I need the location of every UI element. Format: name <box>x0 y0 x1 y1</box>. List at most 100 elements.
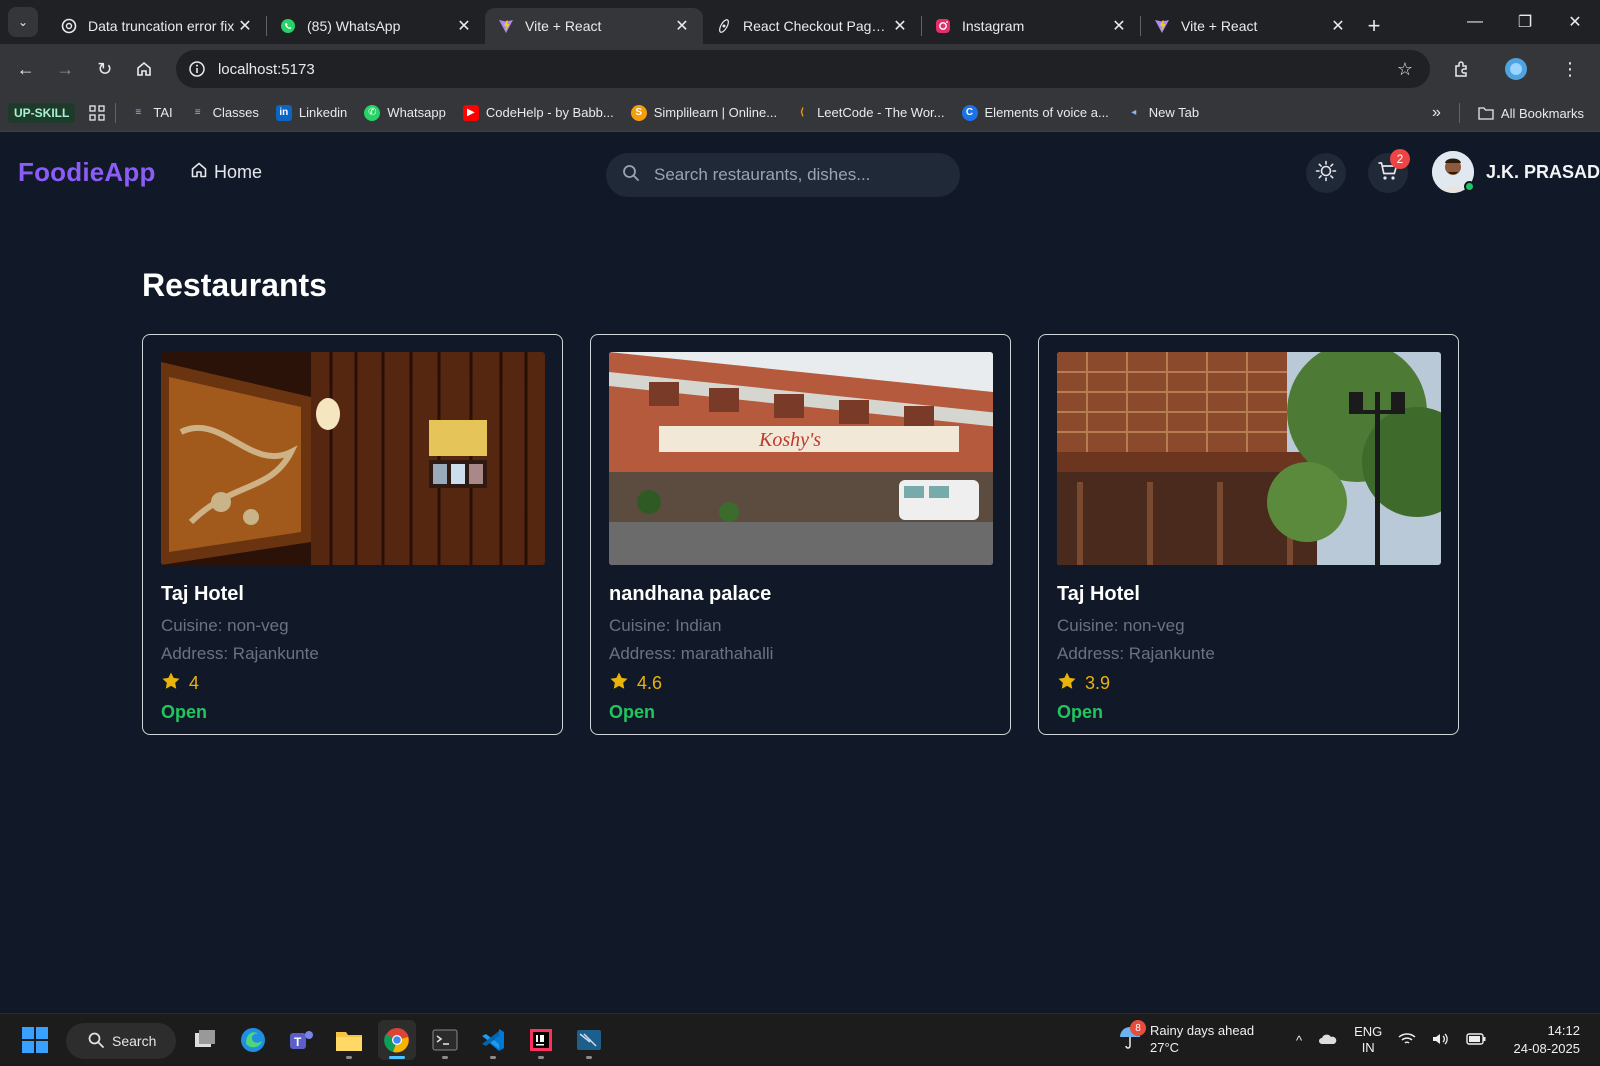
language-indicator[interactable]: ENG IN <box>1354 1024 1382 1056</box>
cart-count-badge: 2 <box>1390 149 1410 169</box>
forward-icon[interactable]: → <box>47 51 82 87</box>
cart-button[interactable]: 2 <box>1368 149 1410 193</box>
all-bookmarks-button[interactable]: All Bookmarks <box>1478 105 1584 121</box>
app-logo[interactable]: FoodieApp <box>18 157 156 188</box>
bookmark-label: Whatsapp <box>387 105 446 120</box>
newtab-icon: ◂ <box>1131 107 1137 118</box>
search-placeholder: Search restaurants, dishes... <box>654 165 871 184</box>
rating-value: 4 <box>189 673 200 693</box>
file-explorer-icon[interactable] <box>330 1020 368 1060</box>
browser-tab[interactable]: Data truncation error fix ✕ <box>48 8 266 44</box>
restaurant-card[interactable]: Taj Hotel Cuisine: non-veg Address: Raja… <box>1038 334 1459 735</box>
restaurant-name[interactable]: Taj Hotel <box>161 583 544 606</box>
restaurant-name[interactable]: Taj Hotel <box>1057 583 1440 606</box>
intellij-icon[interactable] <box>522 1020 560 1060</box>
rating-value: 4.6 <box>637 673 663 693</box>
running-indicator <box>442 1056 448 1059</box>
weather-widget[interactable]: 8 Rainy days ahead 27°C <box>1118 1020 1254 1056</box>
home-icon[interactable] <box>126 51 161 87</box>
tab-title: Instagram <box>962 18 1025 34</box>
windows-start-icon[interactable] <box>22 1027 48 1058</box>
weather-badge: 8 <box>1130 1020 1146 1036</box>
onedrive-icon[interactable] <box>1318 1032 1338 1049</box>
edge-icon[interactable] <box>234 1020 272 1060</box>
bookmark-item[interactable]: ⟨ LeetCode - The Wor... <box>794 105 945 121</box>
bookmark-item[interactable]: ✆ Whatsapp <box>364 104 446 121</box>
task-view-icon[interactable] <box>186 1020 224 1060</box>
close-icon[interactable]: ✕ <box>455 16 473 36</box>
close-icon[interactable]: ✕ <box>1110 16 1128 36</box>
search-input[interactable]: Search restaurants, dishes... <box>606 153 960 197</box>
bookmark-item[interactable]: C Elements of voice a... <box>961 104 1109 121</box>
close-icon[interactable]: ✕ <box>236 16 254 36</box>
url-text[interactable]: localhost:5173 <box>218 61 1390 78</box>
vscode-icon[interactable] <box>474 1020 512 1060</box>
minimize-icon[interactable]: — <box>1450 0 1500 44</box>
reload-icon[interactable]: ↻ <box>87 51 122 87</box>
close-icon[interactable]: ✕ <box>673 16 691 36</box>
site-info-icon[interactable] <box>186 58 208 80</box>
tab-search-button[interactable]: ⌄ <box>8 7 38 37</box>
bookmark-label: TAI <box>153 105 173 120</box>
volume-icon[interactable] <box>1432 1032 1450 1049</box>
browser-tab[interactable]: Instagram ✕ <box>922 8 1140 44</box>
bookmark-item[interactable]: ≡ Classes <box>190 105 259 121</box>
restore-icon[interactable]: ❐ <box>1500 0 1550 44</box>
star-icon <box>1057 671 1077 696</box>
bookmark-item[interactable]: ≡ TAI <box>130 105 172 121</box>
restaurant-image[interactable] <box>161 352 545 565</box>
star-icon <box>161 671 181 696</box>
battery-icon[interactable] <box>1466 1032 1486 1048</box>
theme-toggle-button[interactable] <box>1306 153 1346 193</box>
bookmark-label: Elements of voice a... <box>984 105 1109 120</box>
more-bookmarks-icon[interactable]: » <box>1432 104 1441 122</box>
address-bar[interactable]: localhost:5173 ☆ <box>175 50 1430 88</box>
bookmark-item[interactable]: S Simplilearn | Online... <box>630 104 777 121</box>
app-icon[interactable] <box>570 1020 608 1060</box>
browser-tab[interactable]: React Checkout Page Im ✕ <box>703 8 921 44</box>
bookmark-item[interactable]: in Linkedin <box>275 104 347 121</box>
home-icon <box>190 161 208 184</box>
wifi-icon[interactable] <box>1398 1032 1416 1049</box>
chrome-icon[interactable] <box>378 1020 416 1060</box>
clock-time: 14:12 <box>1547 1023 1580 1038</box>
bookmark-item[interactable]: ▶ CodeHelp - by Babb... <box>462 104 614 121</box>
close-window-icon[interactable]: ✕ <box>1550 0 1600 44</box>
upskill-label[interactable]: UP-SKILL <box>8 102 76 123</box>
back-icon[interactable]: ← <box>8 51 43 87</box>
foodie-app: FoodieApp Home Search restaurants, dishe… <box>0 133 1600 1013</box>
svg-text:Koshy's: Koshy's <box>758 429 821 451</box>
profile-avatar-icon[interactable] <box>1498 51 1534 87</box>
browser-tab[interactable]: Vite + React ✕ <box>1141 8 1359 44</box>
restaurant-image[interactable]: Koshy's <box>609 352 993 565</box>
bookmarks-bar: UP-SKILL ≡ TAI ≡ Classes in Linkedin ✆ W… <box>0 94 1600 132</box>
tab-title: Data truncation error fix <box>88 18 235 34</box>
nav-home-link[interactable]: Home <box>190 161 262 184</box>
browser-menu-icon[interactable]: ⋮ <box>1552 51 1588 87</box>
bookmark-star-icon[interactable]: ☆ <box>1390 59 1420 80</box>
restaurant-image[interactable] <box>1057 352 1441 565</box>
taskbar-search[interactable]: Search <box>66 1023 176 1059</box>
clock[interactable]: 14:12 24-08-2025 <box>1514 1022 1581 1058</box>
close-icon[interactable]: ✕ <box>1329 16 1347 36</box>
chevron-up-icon[interactable]: ^ <box>1296 1033 1302 1048</box>
simplilearn-icon: S <box>630 104 647 121</box>
restaurant-card[interactable]: Taj Hotel Cuisine: non-veg Address: Raja… <box>142 334 563 735</box>
new-tab-button[interactable]: + <box>1359 8 1389 44</box>
app-navbar: FoodieApp Home Search restaurants, dishe… <box>0 133 1600 217</box>
folder-icon: ≡ <box>135 107 142 118</box>
running-indicator <box>538 1056 544 1059</box>
browser-tab[interactable]: (85) WhatsApp ✕ <box>267 8 485 44</box>
chevron-down-icon: ⌄ <box>17 15 29 29</box>
user-profile[interactable]: J.K. PRASAD <box>1432 151 1600 193</box>
extensions-icon[interactable] <box>1444 51 1480 87</box>
browser-toolbar: ← → ↻ localhost:5173 ☆ ⋮ <box>0 44 1600 94</box>
close-icon[interactable]: ✕ <box>891 16 909 36</box>
terminal-icon[interactable] <box>426 1020 464 1060</box>
browser-tab-active[interactable]: Vite + React ✕ <box>485 8 703 44</box>
teams-icon[interactable]: T <box>282 1020 320 1060</box>
bookmark-item[interactable]: ◂ New Tab <box>1126 105 1199 121</box>
apps-grid-icon[interactable] <box>89 104 105 121</box>
restaurant-card[interactable]: Koshy's nandhana palace Cuisine: Indian … <box>590 334 1011 735</box>
restaurant-name[interactable]: nandhana palace <box>609 583 992 606</box>
